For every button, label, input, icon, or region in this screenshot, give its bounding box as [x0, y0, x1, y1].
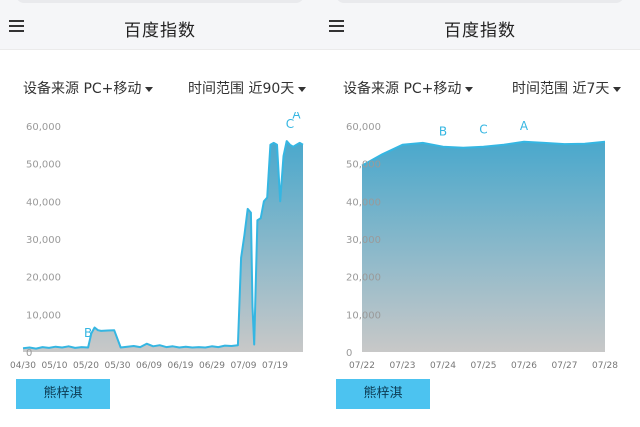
y-tick-label: 30,000: [346, 235, 381, 246]
series-area: [23, 141, 303, 352]
device-source-label: 设备来源 PC+移动: [343, 81, 462, 97]
y-tick-label: 20,000: [26, 273, 61, 284]
y-tick-label: 40,000: [346, 197, 381, 208]
panel-90-days: 百度指数 设备来源 PC+移动 时间范围 近90天 0 10,000 20,000 3…: [0, 0, 320, 427]
y-tick-label: 10,000: [26, 310, 61, 321]
x-tick-label: 05/30: [105, 361, 131, 371]
filter-bar: 设备来源 PC+移动 时间范围 近7天: [320, 78, 640, 100]
keyword-button[interactable]: 熊梓淇: [336, 379, 430, 409]
y-tick-label: 0: [26, 348, 32, 359]
page-title: 百度指数: [124, 21, 196, 41]
x-tick-label: 06/19: [168, 361, 194, 371]
caret-down-icon: [145, 86, 154, 92]
x-tick-label: 04/30: [10, 361, 36, 371]
y-tick-label: 0: [346, 348, 352, 359]
x-tick-label: 07/25: [471, 361, 497, 371]
trend-chart: 0 10,000 20,000 30,000 40,000 50,000 60,000 07/…: [320, 112, 640, 374]
x-tick-label: 07/22: [349, 361, 375, 371]
event-marker-b[interactable]: B: [84, 326, 92, 340]
x-tick-label: 07/28: [592, 361, 618, 371]
event-marker-c[interactable]: C: [479, 123, 487, 137]
time-range-label: 时间范围 近90天: [188, 81, 295, 97]
x-tick-label: 07/27: [552, 361, 578, 371]
x-tick-label: 06/29: [199, 361, 225, 371]
header-pill: [16, 0, 304, 3]
chart-svg: 0 10,000 20,000 30,000 40,000 50,000 60,000 04/…: [10, 112, 304, 371]
y-tick-label: 60,000: [26, 122, 61, 133]
device-source-dropdown[interactable]: 设备来源 PC+移动: [23, 78, 154, 98]
caret-down-icon: [613, 86, 622, 92]
device-source-dropdown[interactable]: 设备来源 PC+移动: [343, 78, 474, 98]
chart-svg: 0 10,000 20,000 30,000 40,000 50,000 60,000 07/…: [346, 119, 618, 371]
keyword-button[interactable]: 熊梓淇: [16, 379, 110, 409]
app-header: 百度指数: [0, 0, 320, 50]
time-range-dropdown[interactable]: 时间范围 近7天: [512, 78, 622, 98]
series-area: [362, 141, 605, 352]
event-marker-b[interactable]: B: [439, 124, 447, 138]
time-range-dropdown[interactable]: 时间范围 近90天: [188, 78, 307, 98]
time-range-label: 时间范围 近7天: [512, 81, 610, 97]
x-tick-label: 07/23: [390, 361, 416, 371]
x-tick-label: 05/20: [73, 361, 99, 371]
y-tick-label: 10,000: [346, 310, 381, 321]
x-tick-label: 06/09: [136, 361, 162, 371]
event-marker-a[interactable]: A: [292, 112, 301, 121]
panel-7-days: 百度指数 设备来源 PC+移动 时间范围 近7天 0 10,000 20,000 30…: [320, 0, 640, 427]
event-marker-a[interactable]: A: [520, 119, 529, 133]
y-tick-label: 50,000: [346, 160, 381, 171]
y-tick-label: 30,000: [26, 235, 61, 246]
device-source-label: 设备来源 PC+移动: [23, 81, 142, 97]
caret-down-icon: [465, 86, 474, 92]
filter-bar: 设备来源 PC+移动 时间范围 近90天: [0, 78, 320, 100]
y-tick-label: 40,000: [26, 197, 61, 208]
x-tick-label: 07/24: [430, 361, 456, 371]
y-tick-label: 60,000: [346, 122, 381, 133]
x-tick-label: 07/19: [262, 361, 288, 371]
caret-down-icon: [298, 86, 307, 92]
trend-chart: 0 10,000 20,000 30,000 40,000 50,000 60,000 04/…: [0, 112, 320, 374]
app-header: 百度指数: [320, 0, 640, 50]
y-tick-label: 20,000: [346, 273, 381, 284]
x-tick-label: 05/10: [42, 361, 68, 371]
x-tick-label: 07/09: [231, 361, 257, 371]
page-title: 百度指数: [444, 21, 516, 41]
y-tick-label: 50,000: [26, 160, 61, 171]
header-pill: [336, 0, 624, 3]
x-tick-label: 07/26: [511, 361, 537, 371]
